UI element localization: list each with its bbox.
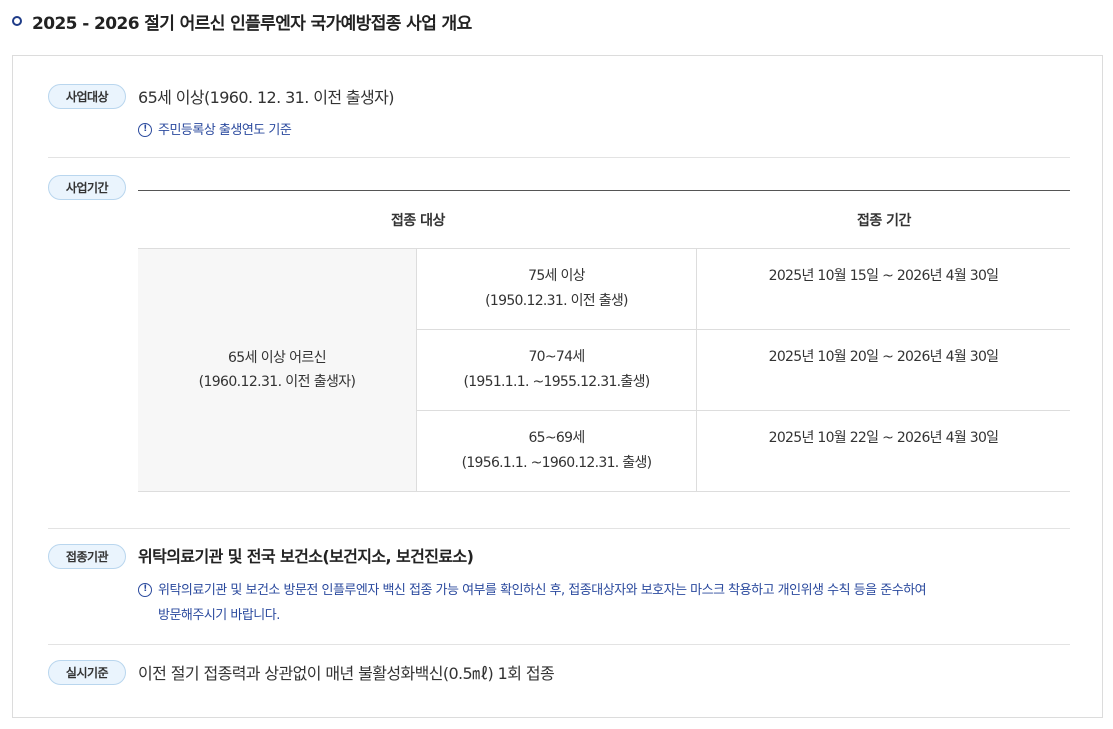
badge-institution: 접종기관 (48, 544, 126, 569)
table-row: 65~69세 (1956.1.1. ~1960.12.31. 출생) 2025년… (417, 411, 1070, 492)
institution-note-line2: 방문해주시기 바랍니다. (158, 608, 280, 623)
criteria-text: 이전 절기 접종력과 상관없이 매년 불활성화백신(0.5㎖) 1회 접종 (138, 664, 555, 683)
institution-note-line1: 위탁의료기관 및 보건소 방문전 인플루엔자 백신 접종 가능 여부를 확인하신… (158, 583, 927, 598)
period-cell: 2025년 10월 15일 ~ 2026년 4월 30일 (768, 268, 999, 284)
target-text: 65세 이상(1960. 12. 31. 이전 출생자) (138, 88, 395, 107)
target-note-text: 주민등록상 출생연도 기준 (158, 123, 292, 138)
institution-text: 위탁의료기관 및 전국 보건소(보건지소, 보건진료소) (138, 547, 474, 566)
divider (48, 157, 1070, 158)
page-title: 2025 - 2026 절기 어르신 인플루엔자 국가예방접종 사업 개요 (32, 13, 472, 34)
period-cell: 2025년 10월 20일 ~ 2026년 4월 30일 (768, 349, 999, 365)
target-birth: (1956.1.1. ~1960.12.31. 출생) (461, 455, 653, 471)
page-title-row: 2025 - 2026 절기 어르신 인플루엔자 국가예방접종 사업 개요 (12, 8, 472, 34)
header-target: 접종 대상 (391, 212, 445, 229)
divider (48, 528, 1070, 529)
target-birth: (1950.12.31. 이전 출생) (485, 293, 628, 309)
header-period: 접종 기간 (857, 212, 911, 229)
table-body: 65세 이상 어르신 (1960.12.31. 이전 출생자) 75세 이상 (… (138, 249, 1070, 492)
badge-period: 사업기간 (48, 175, 126, 200)
divider (48, 644, 1070, 645)
table-header: 접종 대상 접종 기간 (138, 191, 1070, 249)
overview-box: 사업대상 65세 이상(1960. 12. 31. 이전 출생자) ! 주민등록… (12, 55, 1103, 718)
target-cell: 75세 이상 (1950.12.31. 이전 출생) (417, 249, 697, 329)
table-row: 75세 이상 (1950.12.31. 이전 출생) 2025년 10월 15일… (417, 249, 1070, 330)
target-age: 65~69세 (528, 430, 585, 446)
circle-bullet-icon (12, 16, 22, 26)
info-circle-icon: ! (138, 583, 152, 597)
target-cell: 70~74세 (1951.1.1. ~1955.12.31.출생) (417, 330, 697, 410)
target-age: 75세 이상 (528, 268, 585, 284)
group-label-line2: (1960.12.31. 이전 출생자) (198, 374, 356, 390)
table-row: 70~74세 (1951.1.1. ~1955.12.31.출생) 2025년 … (417, 330, 1070, 411)
info-circle-icon: ! (138, 123, 152, 137)
target-cell: 65~69세 (1956.1.1. ~1960.12.31. 출생) (417, 411, 697, 491)
group-label-line1: 65세 이상 어르신 (228, 350, 327, 366)
schedule-table: 접종 대상 접종 기간 65세 이상 어르신 (1960.12.31. 이전 출… (138, 190, 1070, 492)
period-cell: 2025년 10월 22일 ~ 2026년 4월 30일 (768, 430, 999, 446)
target-age: 70~74세 (528, 349, 585, 365)
target-note: ! 주민등록상 출생연도 기준 (138, 118, 292, 143)
institution-note: ! 위탁의료기관 및 보건소 방문전 인플루엔자 백신 접종 가능 여부를 확인… (138, 578, 1070, 628)
table-rows: 75세 이상 (1950.12.31. 이전 출생) 2025년 10월 15일… (417, 249, 1070, 492)
badge-criteria: 실시기준 (48, 660, 126, 685)
group-cell: 65세 이상 어르신 (1960.12.31. 이전 출생자) (138, 249, 417, 492)
badge-target: 사업대상 (48, 84, 126, 109)
target-birth: (1951.1.1. ~1955.12.31.출생) (463, 374, 650, 390)
